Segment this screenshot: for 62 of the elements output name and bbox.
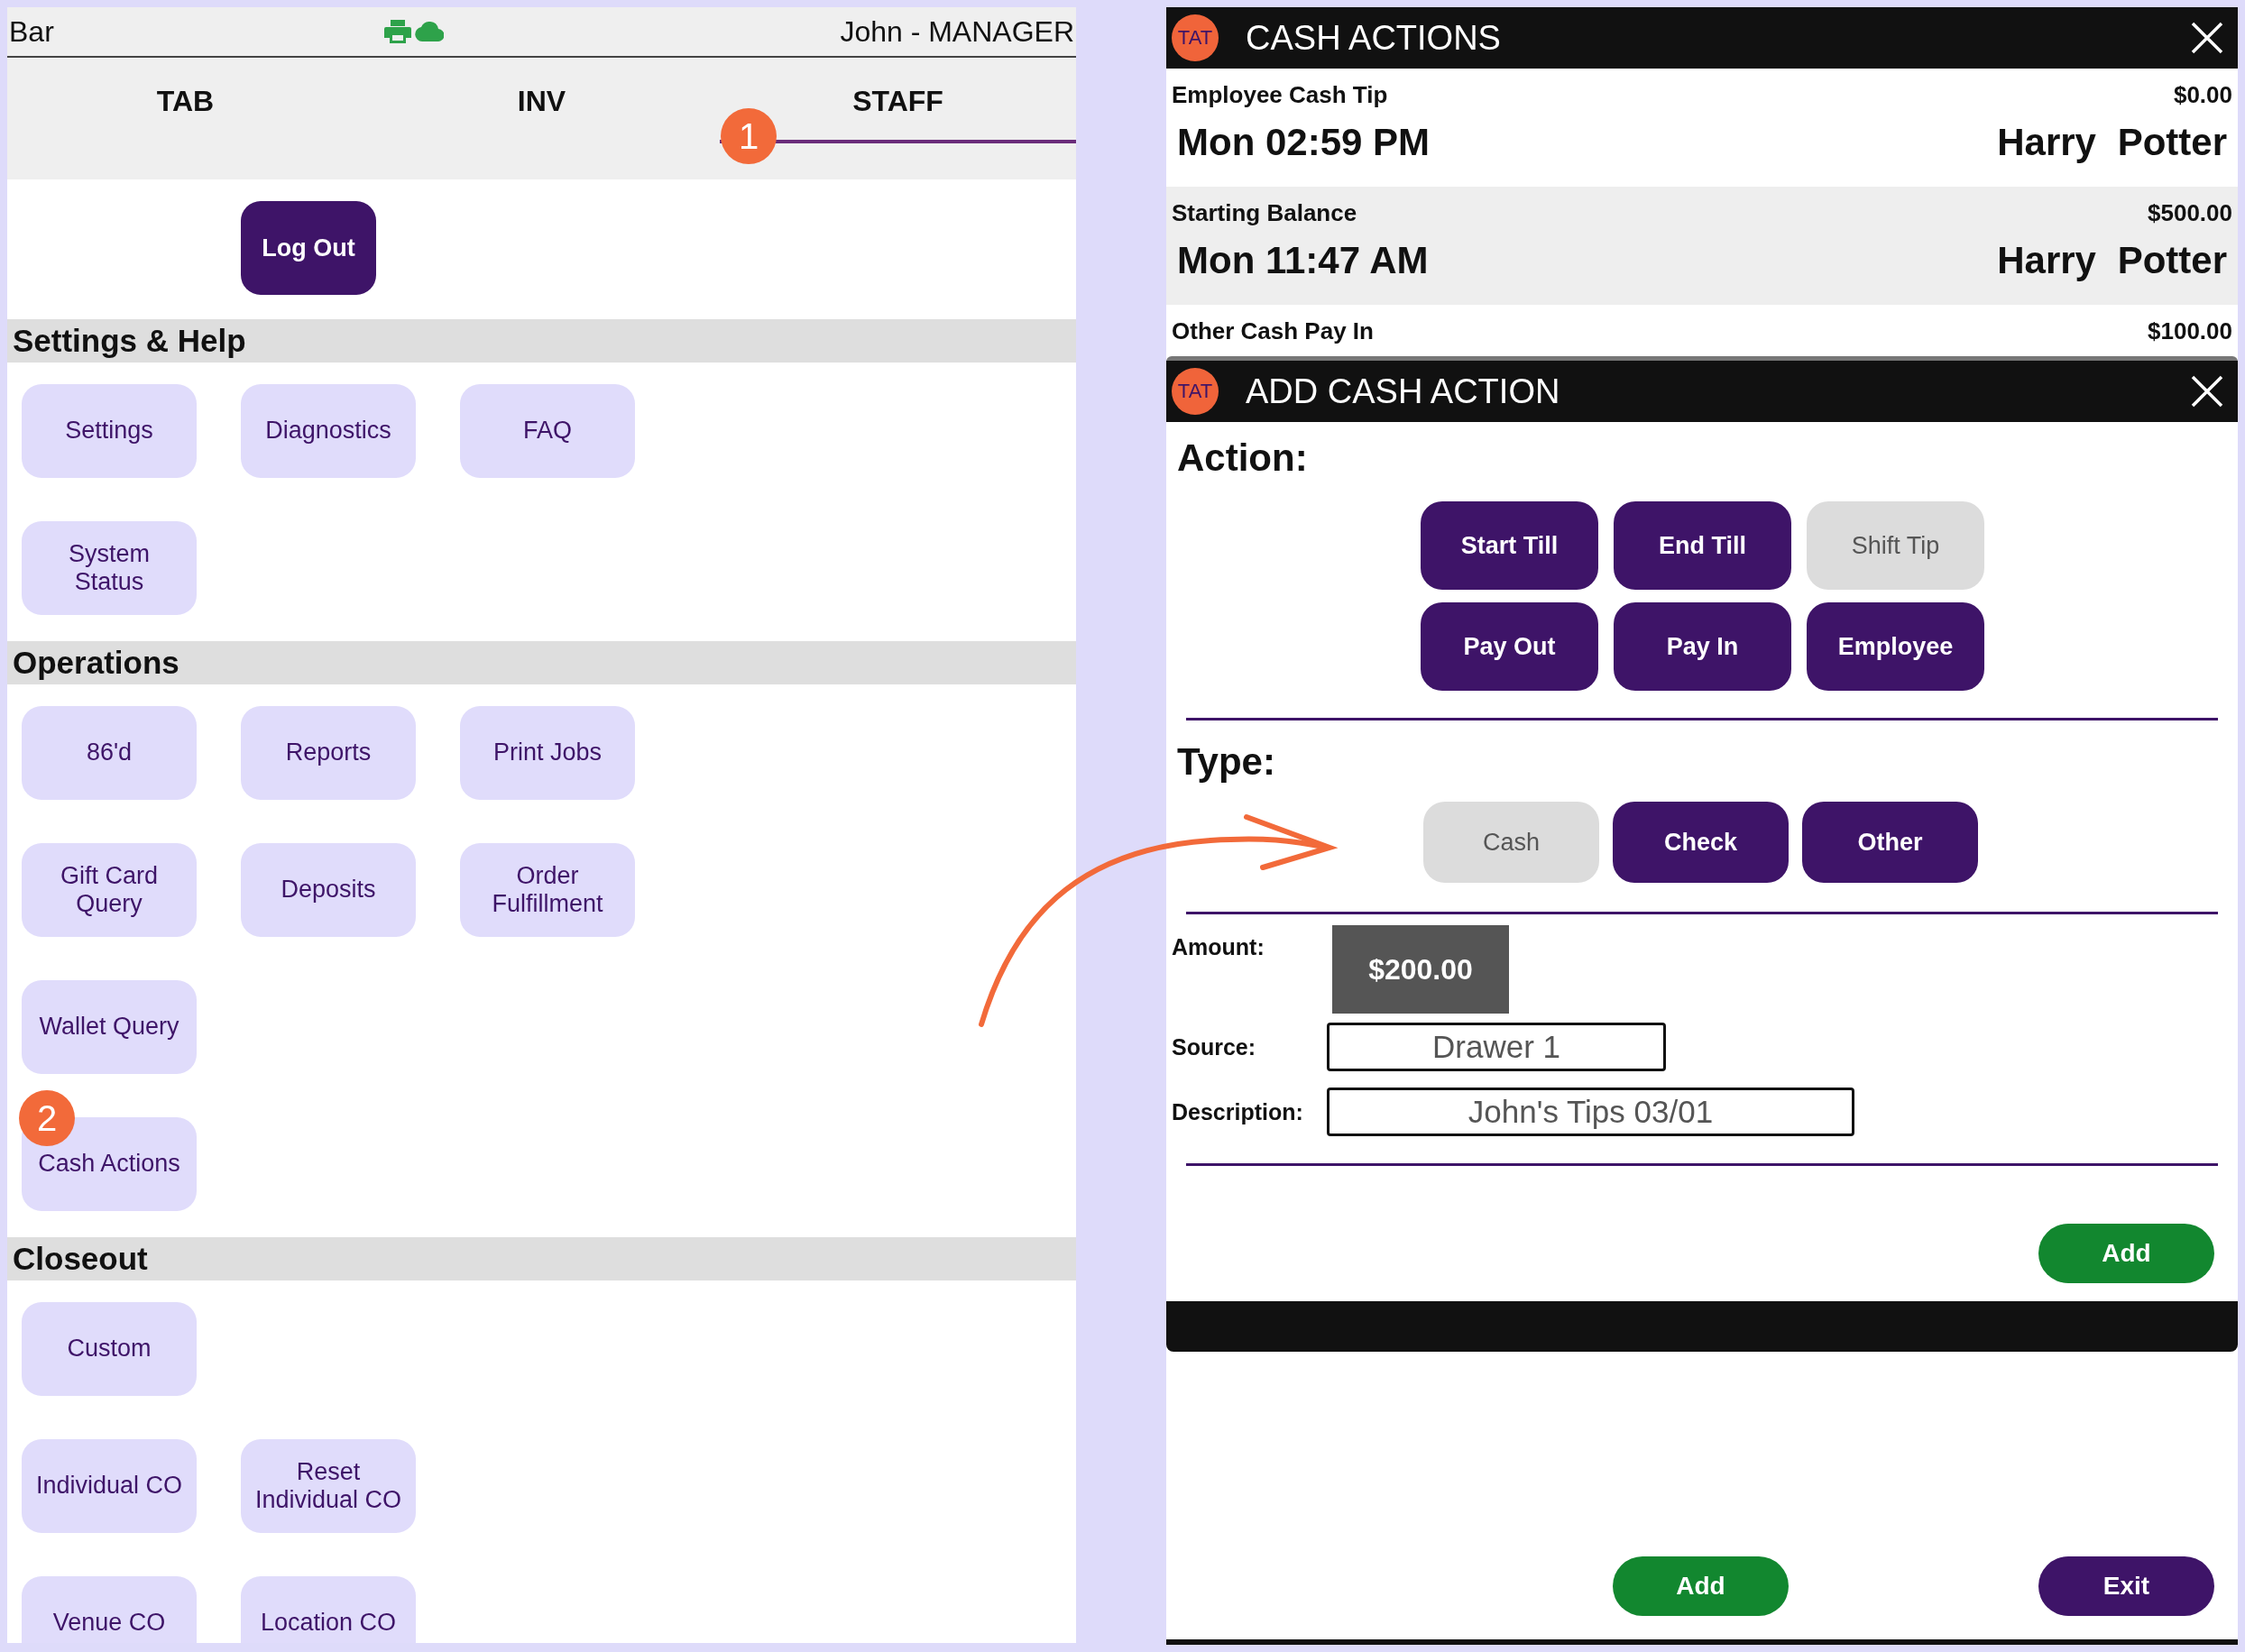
type-button[interactable]: Check: [1613, 802, 1789, 883]
text-field[interactable]: Drawer 1: [1327, 1023, 1666, 1071]
action-button[interactable]: Pay In: [1614, 602, 1791, 691]
section-header: Settings & Help: [7, 319, 1076, 363]
cloud-icon: [415, 22, 444, 41]
logo: TAT: [1172, 14, 1219, 61]
log-out-button[interactable]: Log Out: [241, 201, 376, 295]
action-heading: Action:: [1176, 436, 1309, 480]
amount-field[interactable]: $200.00: [1332, 925, 1509, 1014]
text-field[interactable]: John's Tips 03/01: [1327, 1088, 1854, 1136]
close-icon[interactable]: [2191, 22, 2223, 54]
section-header: Closeout: [7, 1237, 1076, 1280]
add-button[interactable]: Add: [2038, 1224, 2214, 1283]
action-button[interactable]: Pay Out: [1421, 602, 1598, 691]
menu-tile[interactable]: FAQ: [460, 384, 635, 478]
menu-tile[interactable]: Settings: [22, 384, 197, 478]
menu-tile[interactable]: Print Jobs: [460, 706, 635, 800]
section-header: Operations: [7, 641, 1076, 684]
location-label: Bar: [9, 14, 55, 49]
menu-tile[interactable]: Deposits: [241, 843, 416, 937]
menu-tile[interactable]: Reports: [241, 706, 416, 800]
tab[interactable]: INV: [363, 58, 720, 143]
type-button[interactable]: Cash: [1423, 802, 1599, 883]
menu-tile[interactable]: Gift Card Query: [22, 843, 197, 937]
entry-time: Mon 11:47 AM: [1176, 238, 1430, 283]
field-label: Amount:: [1172, 933, 1265, 960]
menu-tile[interactable]: Location CO: [241, 1576, 416, 1643]
field-label: Source:: [1172, 1033, 1257, 1060]
menu-tile[interactable]: Custom: [22, 1302, 197, 1396]
entry-label: Employee Cash Tip: [1172, 81, 1388, 109]
menu-tile[interactable]: Diagnostics: [241, 384, 416, 478]
close-icon[interactable]: [2191, 375, 2223, 408]
exit-button[interactable]: Exit: [2038, 1556, 2214, 1616]
logo: TAT: [1172, 368, 1219, 415]
entry-label: Starting Balance: [1172, 199, 1357, 227]
add-button[interactable]: Add: [1613, 1556, 1789, 1616]
menu-tile[interactable]: 86'd: [22, 706, 197, 800]
action-button[interactable]: End Till: [1614, 501, 1791, 590]
field-label: Description:: [1172, 1098, 1304, 1125]
entry-time: Mon 02:59 PM: [1176, 120, 1431, 165]
action-button[interactable]: Employee: [1807, 602, 1984, 691]
menu-tile[interactable]: Order Fulfillment: [460, 843, 635, 937]
menu-tile[interactable]: Reset Individual CO: [241, 1439, 416, 1533]
employee-name: Harry Potter: [1996, 238, 2228, 283]
menu-tile[interactable]: System Status: [22, 521, 197, 615]
employee-name: Harry Potter: [1996, 120, 2228, 165]
entry-label: Other Cash Pay In: [1172, 317, 1374, 345]
menu-tile[interactable]: Individual CO: [22, 1439, 197, 1533]
window-title: CASH ACTIONS: [1246, 18, 1501, 58]
menu-tile[interactable]: Venue CO: [22, 1576, 197, 1643]
type-heading: Type:: [1176, 740, 1276, 784]
action-button[interactable]: Shift Tip: [1807, 501, 1984, 590]
entry-amount: $500.00: [2148, 199, 2232, 227]
entry-amount: $100.00: [2148, 317, 2232, 345]
printer-icon: [384, 20, 411, 43]
user-label: John - MANAGER: [840, 14, 1074, 49]
entry-amount: $0.00: [2173, 81, 2232, 109]
tab[interactable]: TAB: [7, 58, 363, 143]
action-button[interactable]: Start Till: [1421, 501, 1598, 590]
type-button[interactable]: Other: [1802, 802, 1978, 883]
dialog-title: ADD CASH ACTION: [1246, 372, 1560, 411]
menu-tile[interactable]: Wallet Query: [22, 980, 197, 1074]
